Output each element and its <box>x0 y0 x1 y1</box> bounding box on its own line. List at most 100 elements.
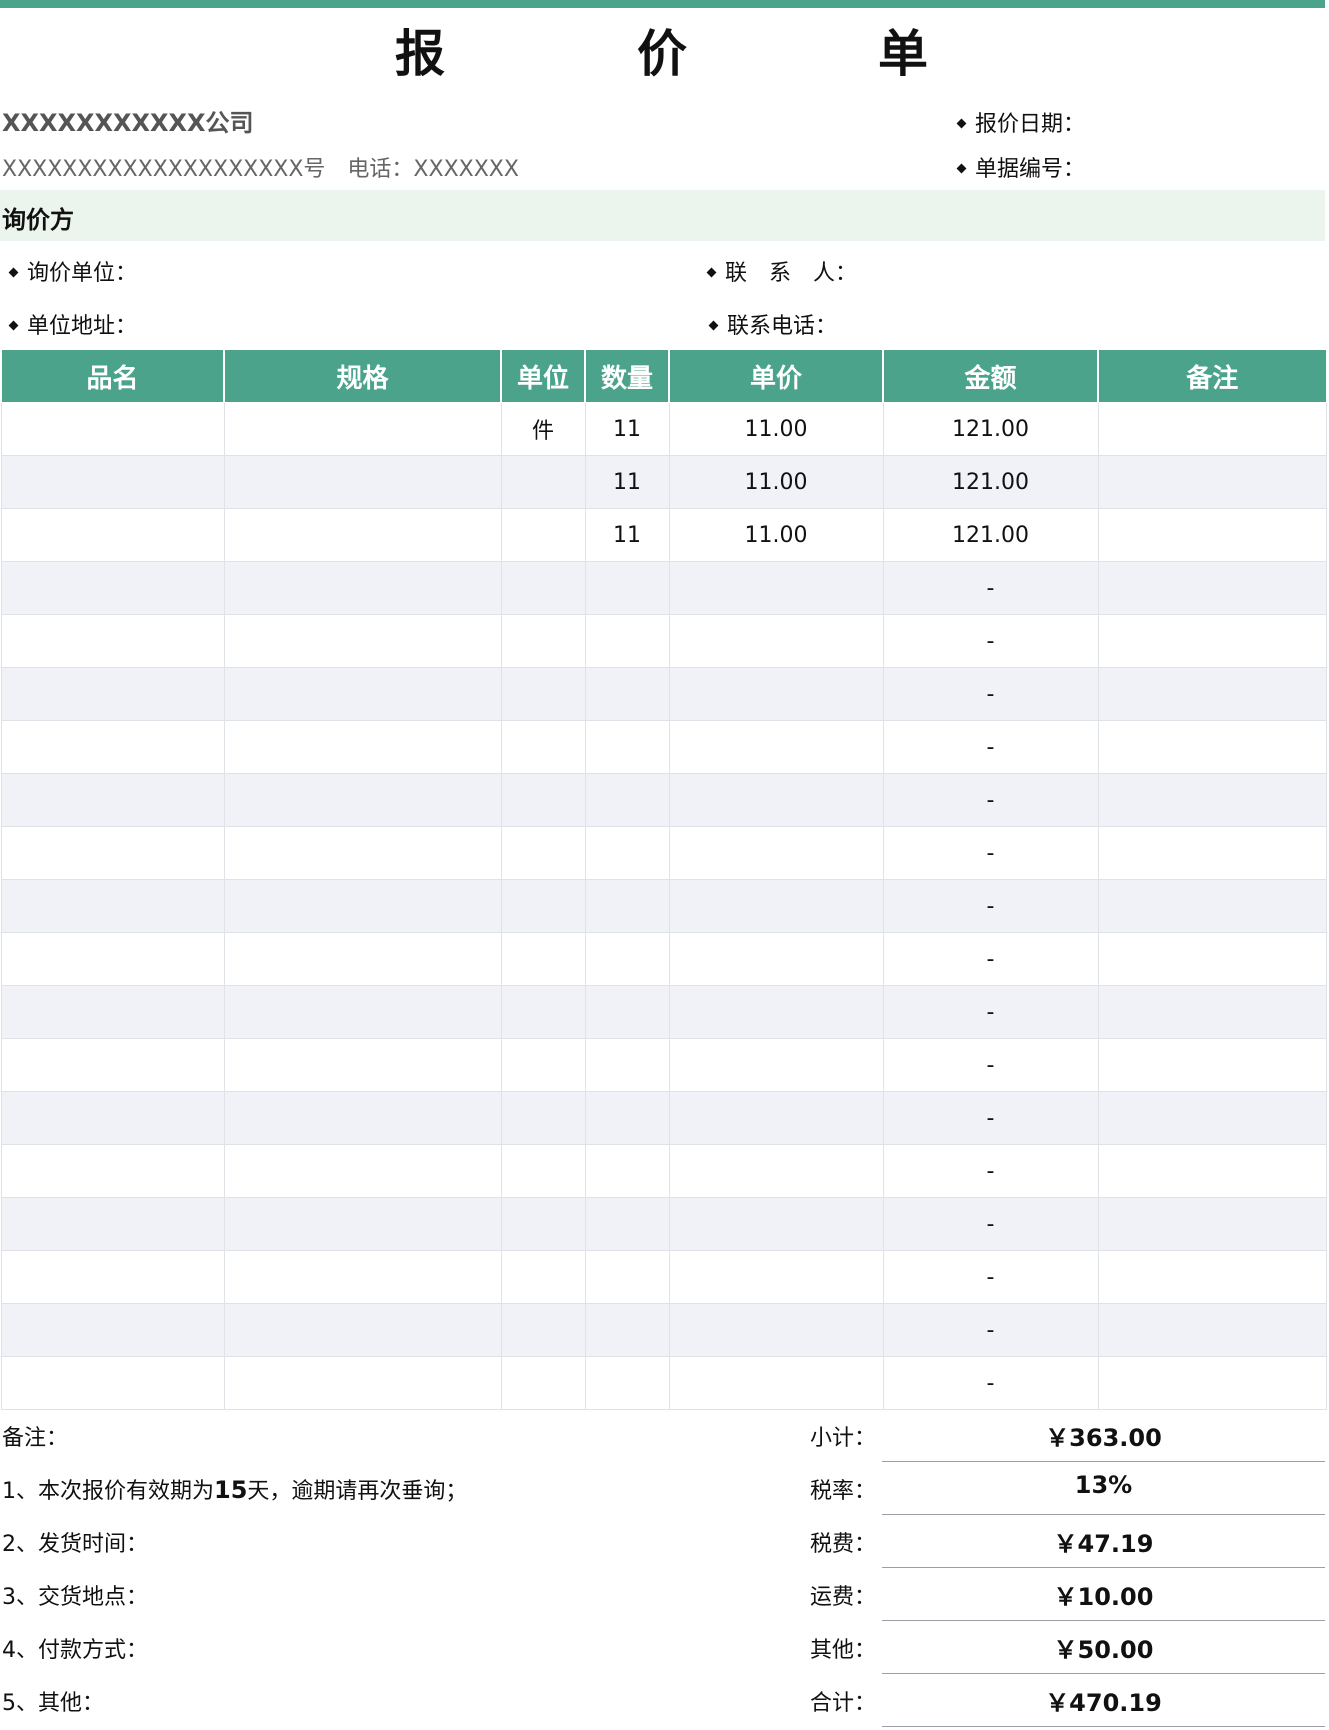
cell-quantity[interactable] <box>584 879 670 933</box>
cell-name[interactable] <box>0 1303 225 1357</box>
cell-spec[interactable] <box>223 614 502 668</box>
cell-quantity[interactable]: 11 <box>584 402 670 456</box>
cell-amount[interactable]: - <box>882 1144 1099 1198</box>
cell-unit[interactable] <box>500 561 586 615</box>
cell-unit[interactable] <box>500 455 586 509</box>
cell-unit-price[interactable] <box>668 1356 884 1410</box>
cell-quantity[interactable] <box>584 1038 670 1092</box>
cell-quantity[interactable]: 11 <box>584 455 670 509</box>
cell-spec[interactable] <box>223 1144 502 1198</box>
cell-quantity[interactable] <box>584 1091 670 1145</box>
cell-unit-price[interactable] <box>668 932 884 986</box>
cell-amount[interactable]: - <box>882 1356 1099 1410</box>
cell-remarks[interactable] <box>1097 1356 1327 1410</box>
cell-remarks[interactable] <box>1097 508 1327 562</box>
cell-name[interactable] <box>0 826 225 880</box>
cell-spec[interactable] <box>223 1091 502 1145</box>
cell-unit-price[interactable] <box>668 879 884 933</box>
cell-spec[interactable] <box>223 1250 502 1304</box>
cell-spec[interactable] <box>223 720 502 774</box>
cell-remarks[interactable] <box>1097 932 1327 986</box>
cell-remarks[interactable] <box>1097 720 1327 774</box>
cell-unit[interactable]: 件 <box>500 402 586 456</box>
cell-unit-price[interactable] <box>668 773 884 827</box>
cell-spec[interactable] <box>223 879 502 933</box>
cell-unit-price[interactable] <box>668 667 884 721</box>
cell-unit-price[interactable] <box>668 1250 884 1304</box>
cell-remarks[interactable] <box>1097 1197 1327 1251</box>
cell-remarks[interactable] <box>1097 1303 1327 1357</box>
cell-name[interactable] <box>0 1038 225 1092</box>
cell-quantity[interactable] <box>584 667 670 721</box>
cell-name[interactable] <box>0 1091 225 1145</box>
cell-unit[interactable] <box>500 667 586 721</box>
cell-remarks[interactable] <box>1097 1144 1327 1198</box>
cell-remarks[interactable] <box>1097 455 1327 509</box>
cell-remarks[interactable] <box>1097 826 1327 880</box>
cell-amount[interactable]: - <box>882 561 1099 615</box>
cell-quantity[interactable] <box>584 614 670 668</box>
cell-quantity[interactable] <box>584 932 670 986</box>
cell-unit[interactable] <box>500 826 586 880</box>
cell-unit[interactable] <box>500 879 586 933</box>
cell-amount[interactable]: - <box>882 1250 1099 1304</box>
cell-spec[interactable] <box>223 402 502 456</box>
cell-amount[interactable]: - <box>882 1303 1099 1357</box>
cell-unit[interactable] <box>500 1356 586 1410</box>
cell-spec[interactable] <box>223 1303 502 1357</box>
cell-amount[interactable]: - <box>882 1038 1099 1092</box>
cell-name[interactable] <box>0 1356 225 1410</box>
cell-name[interactable] <box>0 1197 225 1251</box>
cell-quantity[interactable] <box>584 826 670 880</box>
cell-name[interactable] <box>0 614 225 668</box>
cell-quantity[interactable] <box>584 773 670 827</box>
cell-unit[interactable] <box>500 1197 586 1251</box>
cell-spec[interactable] <box>223 985 502 1039</box>
cell-unit-price[interactable] <box>668 614 884 668</box>
cell-quantity[interactable] <box>584 1303 670 1357</box>
cell-remarks[interactable] <box>1097 561 1327 615</box>
cell-unit[interactable] <box>500 773 586 827</box>
cell-amount[interactable]: - <box>882 1197 1099 1251</box>
cell-name[interactable] <box>0 720 225 774</box>
cell-unit-price[interactable] <box>668 1197 884 1251</box>
cell-quantity[interactable] <box>584 1197 670 1251</box>
cell-remarks[interactable] <box>1097 1091 1327 1145</box>
cell-amount[interactable]: 121.00 <box>882 402 1099 456</box>
cell-amount[interactable]: - <box>882 985 1099 1039</box>
cell-unit-price[interactable] <box>668 826 884 880</box>
cell-amount[interactable]: - <box>882 614 1099 668</box>
cell-spec[interactable] <box>223 508 502 562</box>
cell-name[interactable] <box>0 773 225 827</box>
cell-remarks[interactable] <box>1097 667 1327 721</box>
cell-name[interactable] <box>0 932 225 986</box>
cell-unit-price[interactable]: 11.00 <box>668 508 884 562</box>
cell-unit[interactable] <box>500 985 586 1039</box>
cell-unit[interactable] <box>500 932 586 986</box>
cell-spec[interactable] <box>223 667 502 721</box>
cell-name[interactable] <box>0 508 225 562</box>
cell-unit-price[interactable]: 11.00 <box>668 402 884 456</box>
cell-unit-price[interactable] <box>668 985 884 1039</box>
cell-unit[interactable] <box>500 1250 586 1304</box>
cell-name[interactable] <box>0 561 225 615</box>
cell-spec[interactable] <box>223 1197 502 1251</box>
cell-amount[interactable]: - <box>882 932 1099 986</box>
cell-remarks[interactable] <box>1097 402 1327 456</box>
cell-amount[interactable]: - <box>882 720 1099 774</box>
cell-amount[interactable]: - <box>882 667 1099 721</box>
cell-name[interactable] <box>0 985 225 1039</box>
cell-name[interactable] <box>0 879 225 933</box>
cell-remarks[interactable] <box>1097 1038 1327 1092</box>
cell-remarks[interactable] <box>1097 879 1327 933</box>
cell-spec[interactable] <box>223 826 502 880</box>
cell-amount[interactable]: - <box>882 1091 1099 1145</box>
cell-spec[interactable] <box>223 932 502 986</box>
cell-unit[interactable] <box>500 1038 586 1092</box>
cell-quantity[interactable] <box>584 561 670 615</box>
cell-unit-price[interactable] <box>668 720 884 774</box>
cell-spec[interactable] <box>223 455 502 509</box>
cell-unit[interactable] <box>500 508 586 562</box>
cell-spec[interactable] <box>223 561 502 615</box>
cell-quantity[interactable] <box>584 1250 670 1304</box>
